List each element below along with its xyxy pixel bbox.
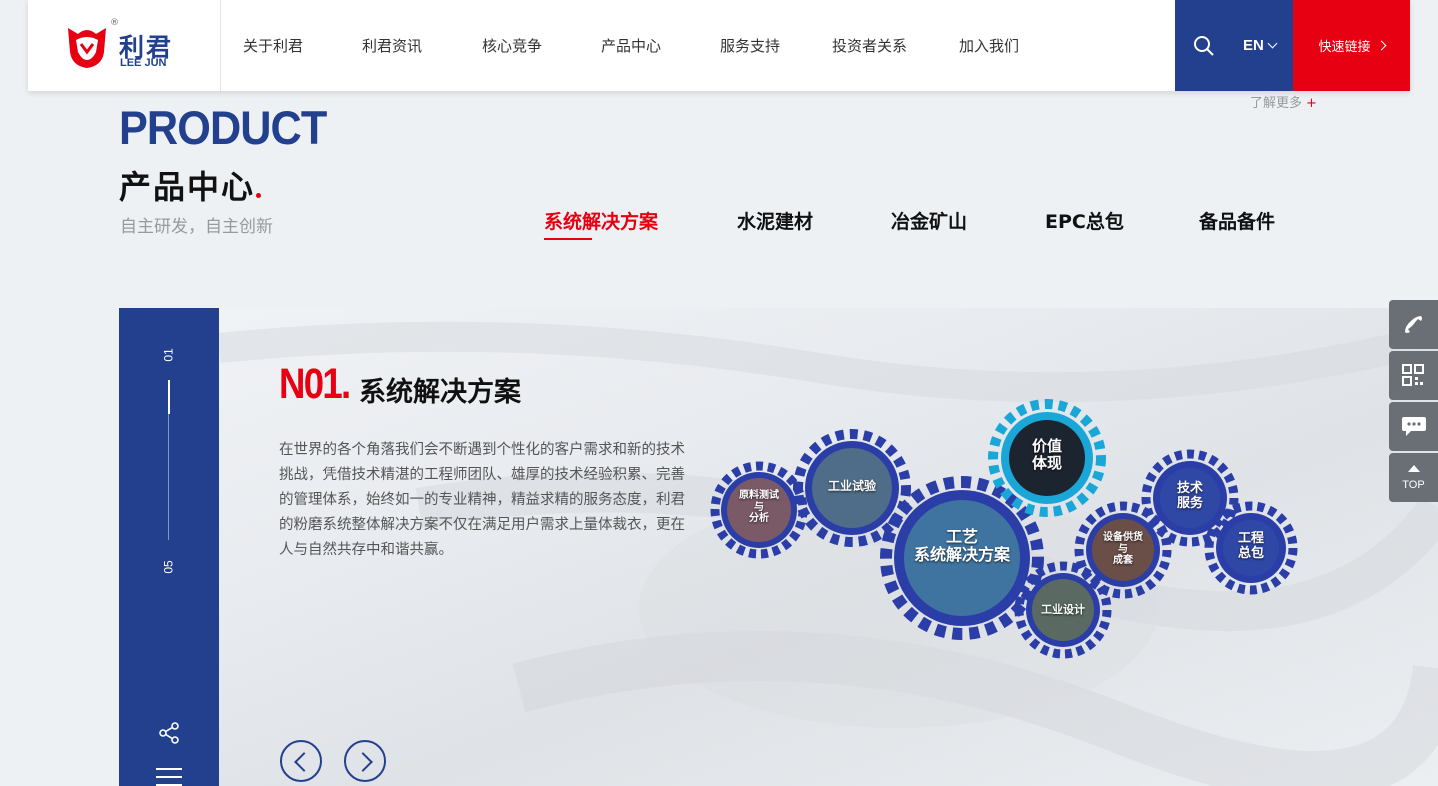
nav-item-service[interactable]: 服务支持 — [720, 35, 832, 56]
chevron-right-icon — [1376, 40, 1386, 51]
logo[interactable]: ® 利君 LEE JUN — [28, 0, 221, 91]
main-nav: 关于利君 利君资讯 核心竞争 产品中心 服务支持 投资者关系 加入我们 — [221, 0, 1039, 91]
gear-label-tech-service: 技术 服务 — [1176, 481, 1203, 511]
progress-line-active — [168, 380, 170, 414]
qrcode-icon — [1402, 364, 1424, 386]
section-title-en: PRODUCT — [119, 101, 327, 154]
floating-toolbar: TOP — [1389, 300, 1438, 504]
prev-slide-button[interactable] — [280, 740, 322, 782]
progress-line-track — [168, 414, 169, 540]
search-icon[interactable] — [1193, 35, 1215, 57]
product-slide-panel: 01 05 N01. 系统解决方案 在世界的各个角落我们会不断遇到个性化的客户需… — [119, 308, 1438, 786]
chevron-down-icon — [1267, 38, 1278, 49]
menu-icon[interactable] — [156, 768, 182, 786]
language-label: EN — [1243, 37, 1264, 54]
slide-index-bar: 01 05 — [119, 308, 219, 786]
search-lang-area: EN — [1175, 0, 1293, 91]
logo-mark-icon — [68, 28, 106, 68]
section-subtitle: 自主研发，自主创新 — [120, 217, 273, 237]
nav-item-products[interactable]: 产品中心 — [601, 35, 720, 56]
learn-more-link[interactable]: 了解更多 + — [1250, 92, 1317, 111]
gear-label-raw: 原料测试 与 分析 — [739, 490, 779, 524]
language-switch[interactable]: EN — [1243, 37, 1278, 54]
chat-bubble-icon — [1402, 417, 1426, 436]
section-title-cn: 产品中心 — [119, 162, 262, 208]
plus-icon: + — [1306, 96, 1317, 111]
tab-cement[interactable]: 水泥建材 — [737, 207, 813, 234]
nav-item-join[interactable]: 加入我们 — [959, 35, 1039, 56]
nav-item-about[interactable]: 关于利君 — [243, 35, 362, 56]
phone-icon — [1405, 316, 1422, 333]
tab-epc[interactable]: EPC总包 — [1045, 207, 1124, 234]
learn-more-label: 了解更多 — [1250, 96, 1303, 111]
message-button[interactable] — [1389, 402, 1438, 451]
quick-links-label: 快速链接 — [1318, 40, 1371, 55]
nav-item-core[interactable]: 核心竞争 — [482, 35, 601, 56]
slide-index-current: 01 — [161, 348, 176, 362]
next-slide-button[interactable] — [344, 740, 386, 782]
gear-label-equipment: 设备供货 与 成套 — [1103, 532, 1143, 566]
gear-label-main: 工艺 系统解决方案 — [913, 527, 1010, 565]
slide-number: N01. — [279, 360, 351, 408]
gear-label-engineering: 工程 总包 — [1237, 531, 1264, 561]
share-icon[interactable] — [157, 721, 181, 745]
red-dot — [256, 193, 262, 198]
gear-label-design: 工业设计 — [1041, 603, 1085, 616]
logo-text-en: LEE JUN — [120, 57, 167, 69]
gear-label-industrial-test: 工业试验 — [827, 479, 876, 493]
slide-index-total: 05 — [161, 560, 176, 574]
slide-description: 在世界的各个角落我们会不断遇到个性化的客户需求和新的技术挑战，凭借技术精湛的工程… — [279, 442, 685, 558]
nav-item-investors[interactable]: 投资者关系 — [832, 35, 959, 56]
tab-spare-parts[interactable]: 备品备件 — [1199, 207, 1275, 234]
section-title-cn-text: 产品中心 — [119, 168, 256, 206]
phone-button[interactable] — [1389, 300, 1438, 349]
qrcode-button[interactable] — [1389, 351, 1438, 400]
top-label: TOP — [1402, 479, 1425, 491]
arrow-up-icon — [1408, 465, 1420, 472]
solution-gears-diagram: 原料测试 与 分析 工业试验 工艺 系统解决方案 价值 体现 工业设计 设备供货… — [707, 398, 1327, 688]
back-to-top-button[interactable]: TOP — [1389, 453, 1438, 502]
tab-metallurgy[interactable]: 冶金矿山 — [891, 207, 967, 234]
gear-label-value: 价值 体现 — [1031, 437, 1062, 473]
quick-links-button[interactable]: 快速链接 — [1293, 0, 1410, 91]
site-header: ® 利君 LEE JUN 关于利君 利君资讯 核心竞争 产品中心 服务支持 投资… — [28, 0, 1410, 91]
tab-system-solution[interactable]: 系统解决方案 — [544, 207, 658, 240]
slide-title: 系统解决方案 — [359, 377, 521, 408]
registered-mark: ® — [110, 18, 119, 28]
nav-item-news[interactable]: 利君资讯 — [362, 35, 482, 56]
